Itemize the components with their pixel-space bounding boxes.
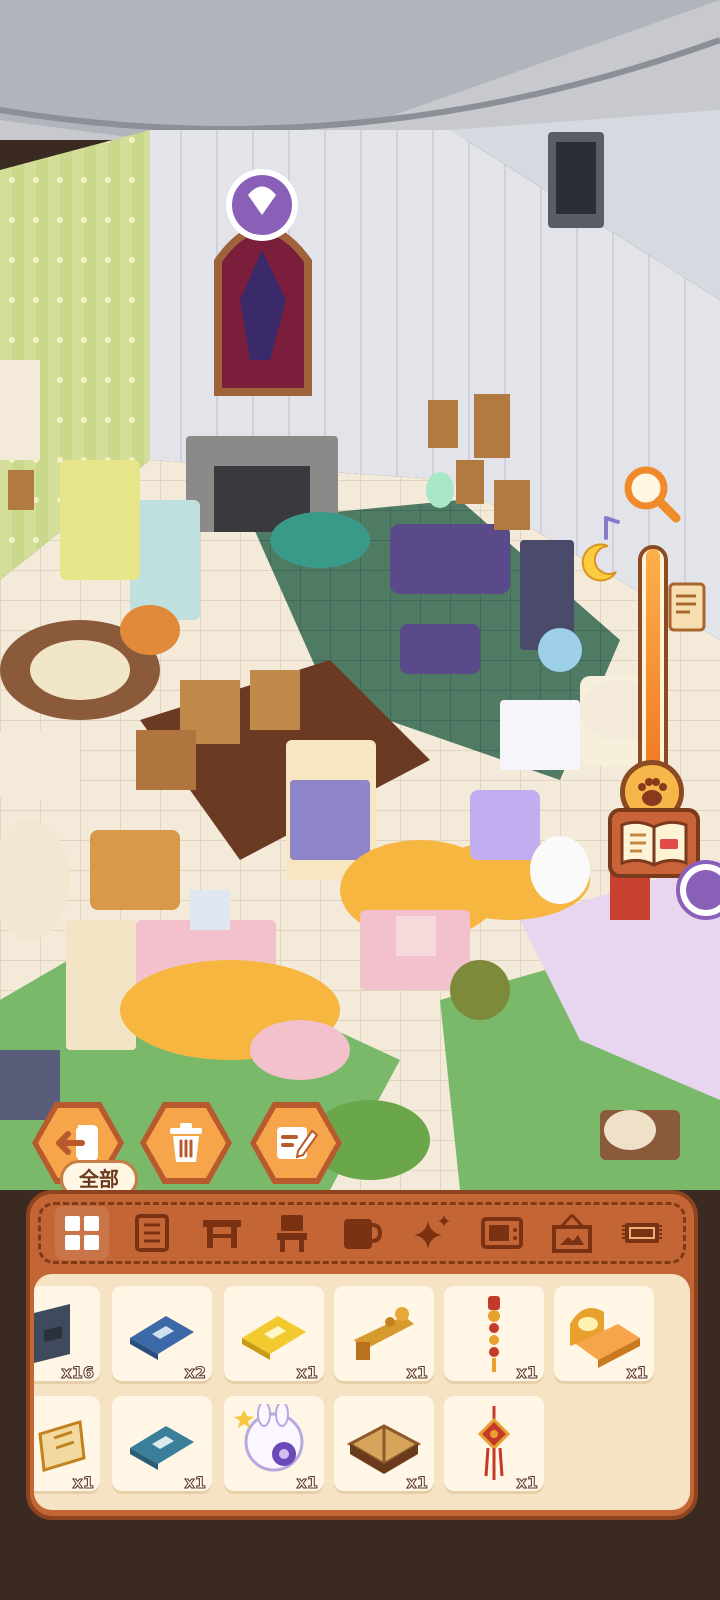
scroll-rack-icon: [354, 1307, 414, 1360]
rug-icon: [622, 1223, 662, 1243]
tab-cabinets[interactable]: [125, 1206, 179, 1260]
paw-icon: [638, 778, 667, 806]
inventory-grid: x16 x2 x1 x1 x1 x1 x1 x1 x1 x1 x1: [34, 1274, 690, 1510]
edit-icon: [277, 1127, 318, 1159]
inventory-slot-bunny-moon-lamp[interactable]: x1: [224, 1396, 324, 1494]
inventory-slot-dark-cabinet[interactable]: x16: [34, 1286, 100, 1384]
magnifier-icon: [624, 466, 681, 523]
item-count: x1: [626, 1363, 648, 1383]
tab-all[interactable]: [55, 1206, 109, 1260]
tab-chairs[interactable]: [265, 1206, 319, 1260]
chair-icon: [277, 1215, 307, 1252]
inventory-slot-yellow-book[interactable]: x1: [224, 1286, 324, 1384]
open-book-icon: [620, 820, 688, 867]
inventory-slot-open-recipe-book[interactable]: x1: [34, 1396, 100, 1494]
bed-icon: [570, 1308, 640, 1368]
tab-cups[interactable]: [335, 1206, 389, 1260]
zoom-slider[interactable]: [638, 545, 668, 777]
item-count: x16: [61, 1363, 95, 1383]
game-scene: 全部 x16 x2 x1 x1 x1 x1 x1 x1 x1 x1 x1: [0, 0, 720, 1600]
tab-electronics[interactable]: [475, 1206, 529, 1260]
spell-book-icon: [346, 1424, 422, 1474]
inventory-slot-blue-book[interactable]: x2: [112, 1286, 212, 1384]
item-count: x1: [516, 1363, 538, 1383]
inventory-panel: x16 x2 x1 x1 x1 x1 x1 x1 x1 x1 x1: [26, 1190, 698, 1520]
inventory-slot-golden-scroll-rack[interactable]: x1: [334, 1286, 434, 1384]
table-icon: [203, 1220, 241, 1248]
cabinet-icon: [135, 1214, 169, 1252]
grid-icon: [65, 1216, 99, 1250]
zoom-button[interactable]: [620, 462, 684, 526]
tab-sparkles[interactable]: [405, 1206, 459, 1260]
item-count: x1: [184, 1473, 206, 1493]
cup-icon: [344, 1219, 382, 1249]
scroll-icon[interactable]: [666, 580, 708, 636]
yellow-book-icon: [242, 1316, 306, 1360]
item-count: x1: [296, 1473, 318, 1493]
tv-icon: [481, 1217, 523, 1249]
teal-book-icon: [130, 1426, 194, 1470]
frame-icon: [552, 1213, 592, 1253]
side-menu-icon: [686, 870, 720, 910]
item-count: x1: [406, 1363, 428, 1383]
item-count: x2: [184, 1363, 206, 1383]
bunny-lamp-icon: [234, 1404, 304, 1472]
blue-book-icon: [130, 1316, 194, 1360]
tab-rugs[interactable]: [615, 1206, 669, 1260]
inventory-slot-open-spell-book[interactable]: x1: [334, 1396, 434, 1494]
exit-icon: [56, 1125, 98, 1161]
category-tabbar: [38, 1202, 686, 1264]
inventory-slot-orange-bed[interactable]: x1: [554, 1286, 654, 1384]
zoom-slider-fill: [646, 549, 660, 769]
item-count: x1: [72, 1473, 94, 1493]
item-count: x1: [406, 1473, 428, 1493]
inventory-slot-teal-book[interactable]: x1: [112, 1396, 212, 1494]
inventory-slot-chinese-lantern-hanging[interactable]: x1: [444, 1286, 544, 1384]
trash-icon: [170, 1123, 202, 1162]
item-count: x1: [516, 1473, 538, 1493]
tab-frames[interactable]: [545, 1206, 599, 1260]
inventory-slot-red-knot-charm[interactable]: x1: [444, 1396, 544, 1494]
sparkle-icon: [414, 1215, 450, 1249]
item-count: x1: [296, 1363, 318, 1383]
moon-music-icon[interactable]: [578, 514, 624, 584]
tab-tables[interactable]: [195, 1206, 249, 1260]
knot-charm-icon: [477, 1406, 511, 1480]
dark-cabinet-icon: [34, 1304, 70, 1363]
recipe-book-icon: [38, 1420, 86, 1472]
lantern-icon: [488, 1296, 500, 1372]
